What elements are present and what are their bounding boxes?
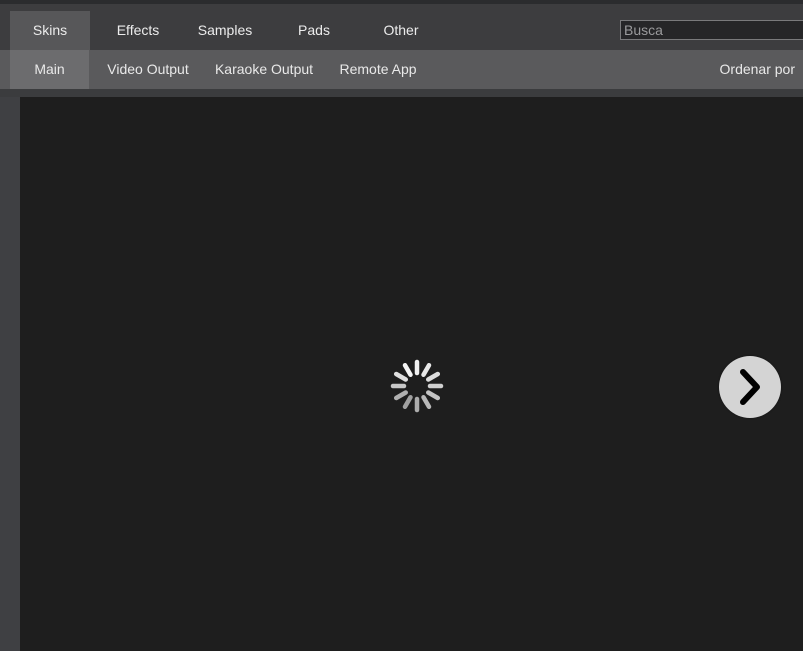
skin-category-bar: Main Video Output Karaoke Output Remote …: [0, 50, 803, 89]
tab-skins[interactable]: Skins: [10, 11, 90, 50]
loading-spinner-icon: [390, 359, 444, 413]
next-skin-button[interactable]: [719, 356, 781, 418]
tab-pads[interactable]: Pads: [274, 11, 354, 50]
left-rail: [0, 97, 20, 651]
sort-by-dropdown[interactable]: Ordenar por: [720, 50, 795, 89]
search-input[interactable]: [620, 20, 803, 40]
subtab-video-output[interactable]: Video Output: [104, 50, 192, 89]
subtab-remote-app[interactable]: Remote App: [336, 50, 420, 89]
tab-samples[interactable]: Samples: [185, 11, 265, 50]
tab-effects[interactable]: Effects: [98, 11, 178, 50]
category-tabbar: Skins Effects Samples Pads Other: [0, 4, 803, 50]
tab-other[interactable]: Other: [361, 11, 441, 50]
skin-preview-area: [20, 97, 803, 651]
subtab-karaoke-output[interactable]: Karaoke Output: [214, 50, 314, 89]
subtab-main[interactable]: Main: [10, 50, 89, 89]
chevron-right-icon: [740, 369, 760, 405]
